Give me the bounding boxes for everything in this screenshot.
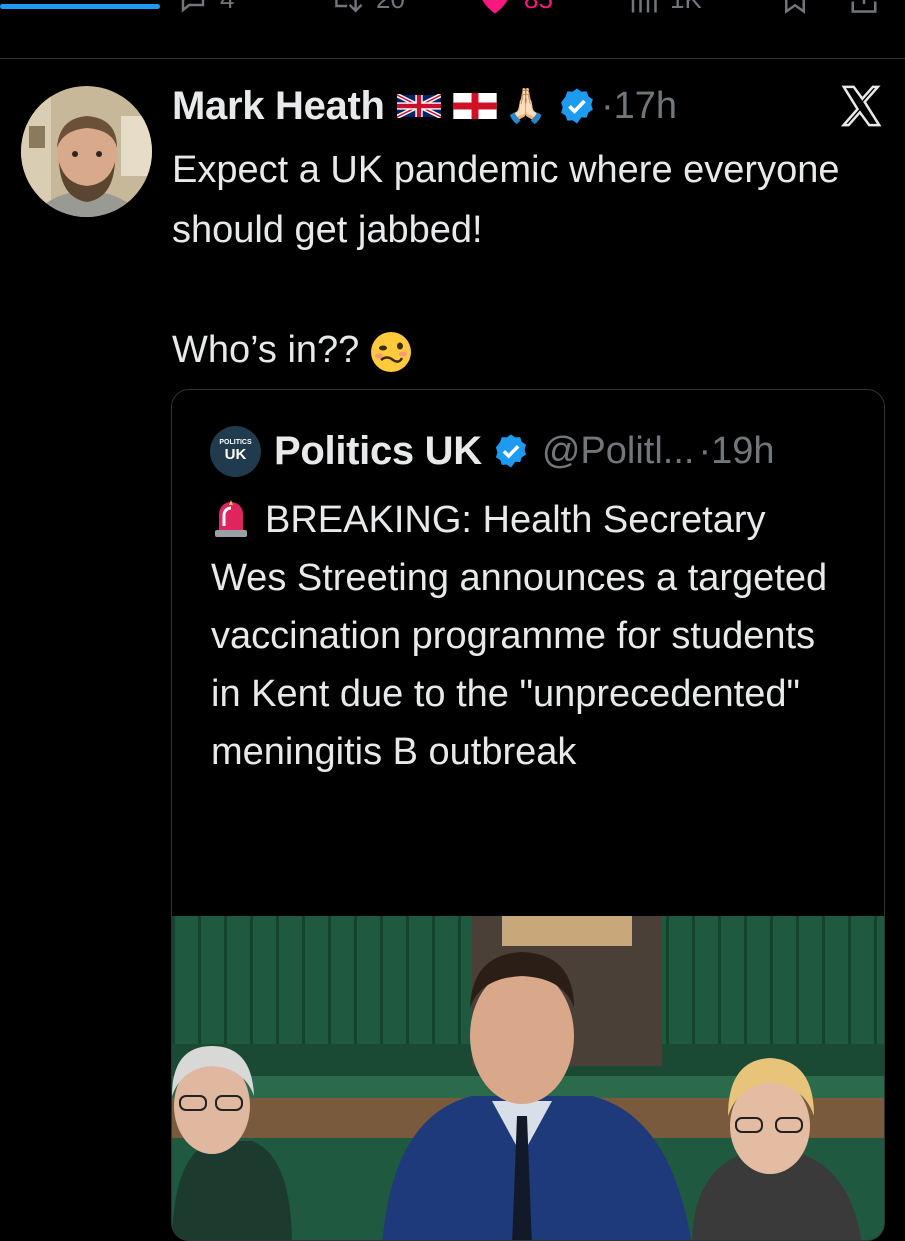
verified-badge-icon — [495, 434, 526, 468]
reply-icon — [181, 0, 205, 13]
reply-count: 4 — [220, 0, 234, 15]
woozy-face-icon — [371, 331, 412, 372]
separator-dot: · — [600, 84, 614, 127]
tweet-text-line: Expect a UK pandemic where everyone shou… — [172, 149, 840, 251]
bookmark-button[interactable] — [780, 0, 810, 14]
tweet-text: Expect a UK pandemic where everyone shou… — [172, 140, 852, 380]
views-button[interactable]: 1K — [628, 0, 702, 15]
bookmark-icon — [785, 0, 805, 14]
avatar-photo — [21, 86, 152, 217]
politics-uk-logo[interactable]: POLITICS UK — [210, 425, 261, 477]
quoted-tweet-body: BREAKING: Health Secretary Wes Streeting… — [211, 499, 828, 773]
uk-flag-icon — [396, 94, 441, 118]
author-name[interactable]: Mark Heath — [172, 84, 385, 129]
logo-text-bottom: UK — [224, 445, 247, 463]
quoted-author-name[interactable]: Politics UK — [274, 429, 482, 474]
views-icon — [631, 0, 657, 12]
avatar[interactable] — [21, 86, 152, 217]
x-logo-icon[interactable] — [838, 83, 884, 129]
reply-button[interactable]: 4 — [178, 0, 234, 15]
progress-bar — [0, 4, 160, 9]
tweet-question-text: Who’s in?? — [172, 329, 360, 371]
separator-dot: · — [698, 429, 712, 472]
tweet-action-bar: 4 20 85 1K — [0, 0, 905, 30]
retweet-button[interactable]: 20 — [328, 0, 405, 15]
quoted-post-time[interactable]: 19h — [711, 430, 774, 473]
share-button[interactable] — [848, 0, 880, 14]
quoted-tweet-card[interactable]: POLITICS UK Politics UK @Politl... · 19h… — [171, 389, 885, 1241]
verified-badge-icon — [561, 88, 593, 124]
like-button[interactable]: 85 — [478, 0, 553, 15]
like-icon — [482, 0, 508, 14]
quoted-tweet-image[interactable] — [172, 916, 884, 1240]
share-icon — [851, 0, 877, 13]
post-time[interactable]: 17h — [614, 85, 677, 128]
pray-emoji: 🙏🏻 — [504, 87, 547, 125]
retweet-icon — [335, 0, 363, 12]
divider — [0, 58, 905, 59]
tweet-text-question: Who’s in?? — [172, 320, 852, 380]
england-flag-icon — [452, 93, 497, 119]
views-count: 1K — [670, 0, 702, 15]
quoted-tweet-header: POLITICS UK Politics UK @Politl... · 19h — [210, 425, 775, 477]
quoted-author-handle[interactable]: @Politl... — [542, 430, 695, 473]
tweet-header: Mark Heath 🙏🏻 · 17h — [172, 78, 677, 134]
parliament-photo — [172, 916, 884, 1240]
logo-text-top: POLITICS — [219, 438, 252, 446]
siren-icon — [215, 500, 247, 537]
quoted-tweet-text: BREAKING: Health Secretary Wes Streeting… — [211, 491, 851, 781]
retweet-count: 20 — [376, 0, 405, 15]
like-count: 85 — [524, 0, 553, 15]
